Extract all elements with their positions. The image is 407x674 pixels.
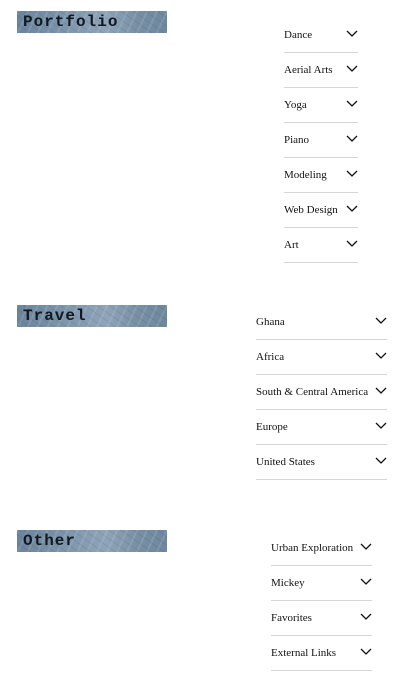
menu-item-yoga[interactable]: Yoga xyxy=(284,88,358,123)
menu-item-south-central-america[interactable]: South & Central America xyxy=(256,375,387,410)
chevron-down-icon[interactable] xyxy=(346,64,358,74)
other-banner: Other xyxy=(17,530,167,552)
chevron-down-icon[interactable] xyxy=(375,386,387,396)
menu-item-label: External Links xyxy=(271,647,337,659)
menu-item-label: Favorites xyxy=(271,612,312,624)
chevron-down-icon[interactable] xyxy=(360,612,372,622)
menu-item-europe[interactable]: Europe xyxy=(256,410,387,445)
menu-item-label: United States xyxy=(256,456,315,468)
menu-item-web-design[interactable]: Web Design xyxy=(284,193,358,228)
menu-item-favorites[interactable]: Favorites xyxy=(271,601,372,636)
menu-item-label: Europe xyxy=(256,421,288,433)
menu-item-label: Ghana xyxy=(256,316,285,328)
menu-item-united-states[interactable]: United States xyxy=(256,445,387,480)
travel-banner: Travel xyxy=(17,305,167,327)
other-title: Other xyxy=(23,532,77,550)
portfolio-banner: Portfolio xyxy=(17,11,167,33)
menu-item-label: Modeling xyxy=(284,169,327,181)
menu-item-label: Urban Exploration xyxy=(271,542,354,554)
chevron-down-icon[interactable] xyxy=(360,647,372,657)
menu-item-label: Africa xyxy=(256,351,285,363)
menu-item-external-links[interactable]: External Links xyxy=(271,636,372,671)
menu-item-label: Piano xyxy=(284,134,310,146)
menu-item-urban-exploration[interactable]: Urban Exploration xyxy=(271,531,372,566)
menu-item-label: Yoga xyxy=(284,99,307,111)
chevron-down-icon[interactable] xyxy=(346,29,358,39)
chevron-down-icon[interactable] xyxy=(375,421,387,431)
chevron-down-icon[interactable] xyxy=(375,456,387,466)
other-menu: Urban Exploration Mickey Favorites Exter… xyxy=(271,531,372,671)
menu-item-dance[interactable]: Dance xyxy=(284,18,358,53)
portfolio-menu: Dance Aerial Arts Yoga Piano Modeling We… xyxy=(284,18,358,263)
chevron-down-icon[interactable] xyxy=(346,169,358,179)
menu-item-label: Dance xyxy=(284,29,313,41)
travel-menu: Ghana Africa South & Central America Eur… xyxy=(256,305,387,480)
menu-item-label: Art xyxy=(284,239,299,251)
travel-title: Travel xyxy=(23,307,87,325)
menu-item-mickey[interactable]: Mickey xyxy=(271,566,372,601)
chevron-down-icon[interactable] xyxy=(346,134,358,144)
chevron-down-icon[interactable] xyxy=(375,316,387,326)
menu-item-label: Aerial Arts xyxy=(284,64,333,76)
menu-item-piano[interactable]: Piano xyxy=(284,123,358,158)
chevron-down-icon[interactable] xyxy=(360,542,372,552)
menu-item-africa[interactable]: Africa xyxy=(256,340,387,375)
menu-item-modeling[interactable]: Modeling xyxy=(284,158,358,193)
menu-item-art[interactable]: Art xyxy=(284,228,358,263)
chevron-down-icon[interactable] xyxy=(346,239,358,249)
menu-item-aerial-arts[interactable]: Aerial Arts xyxy=(284,53,358,88)
chevron-down-icon[interactable] xyxy=(346,204,358,214)
chevron-down-icon[interactable] xyxy=(375,351,387,361)
chevron-down-icon[interactable] xyxy=(360,577,372,587)
menu-item-label: Web Design xyxy=(284,204,338,216)
menu-item-label: Mickey xyxy=(271,577,305,589)
menu-item-ghana[interactable]: Ghana xyxy=(256,305,387,340)
chevron-down-icon[interactable] xyxy=(346,99,358,109)
menu-item-label: South & Central America xyxy=(256,386,369,398)
portfolio-title: Portfolio xyxy=(23,13,119,31)
